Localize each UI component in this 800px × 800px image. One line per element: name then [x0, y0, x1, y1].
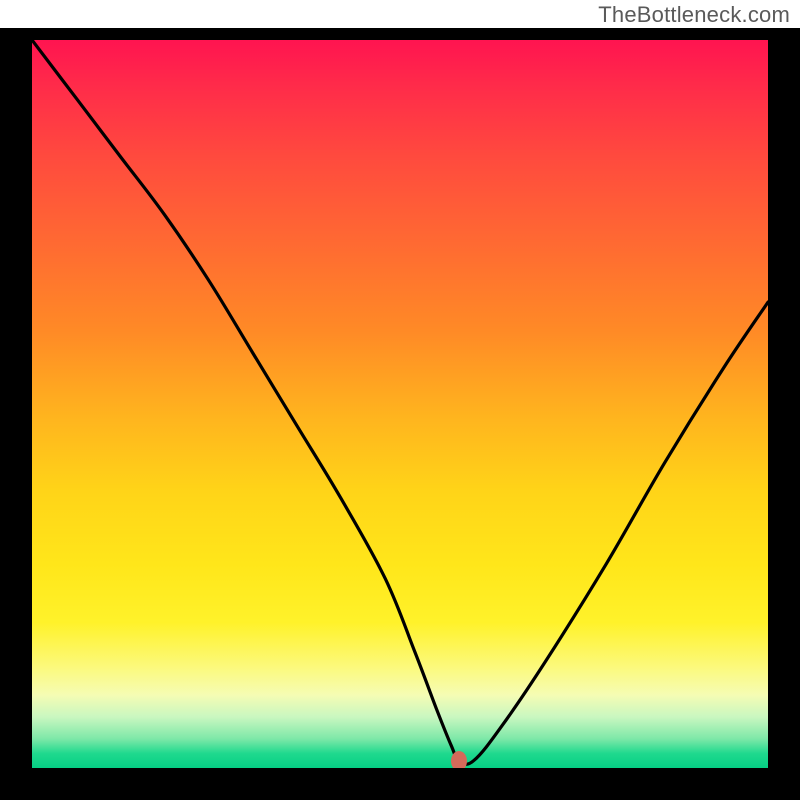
plot-area — [32, 40, 768, 768]
minimum-marker — [451, 751, 467, 768]
plot-outer — [0, 28, 800, 800]
chart-frame: TheBottleneck.com — [0, 0, 800, 800]
watermark-text: TheBottleneck.com — [598, 2, 790, 28]
bottleneck-curve — [32, 40, 768, 768]
